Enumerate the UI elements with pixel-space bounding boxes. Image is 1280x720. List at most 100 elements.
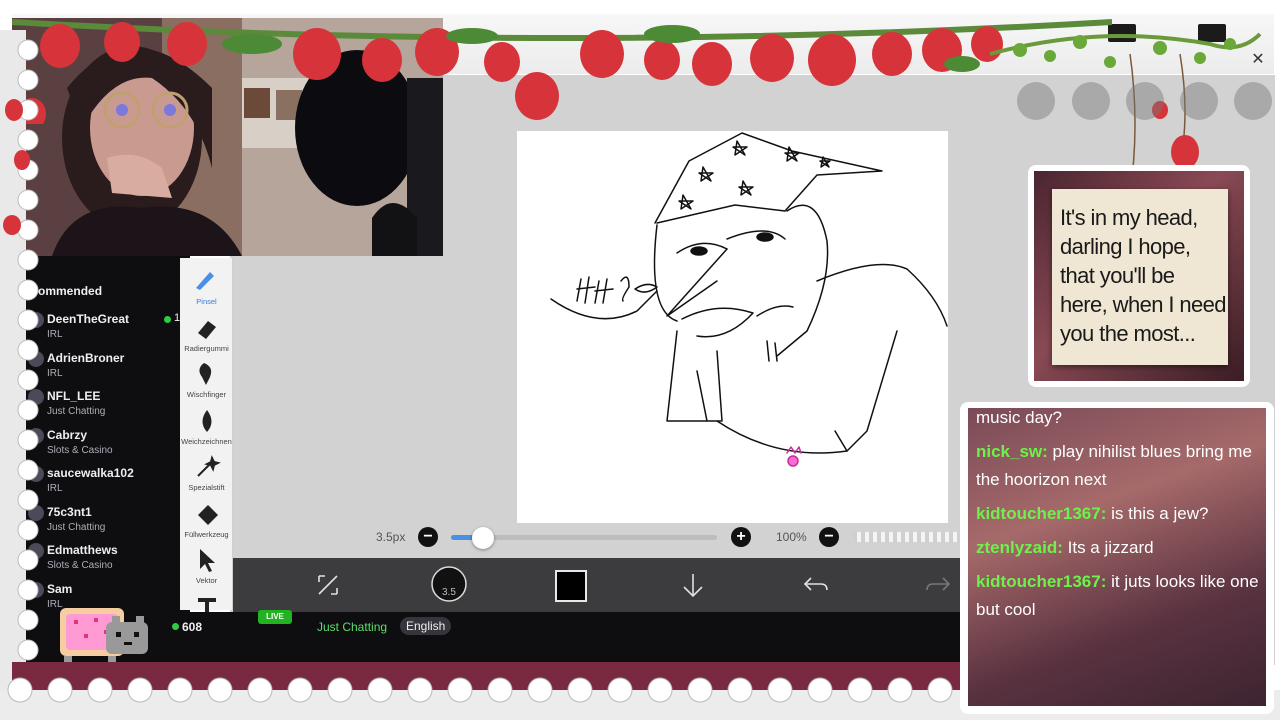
avatar: [28, 581, 44, 598]
viewer-dot: [172, 623, 179, 630]
chat-messages: music day? nick_sw: play nihilist blues b…: [976, 408, 1261, 630]
sidebar-channel[interactable]: Cabrzy Slots & Casino: [12, 427, 190, 466]
tool-label: Pinsel: [196, 297, 217, 306]
chat-username[interactable]: nick_sw:: [976, 442, 1048, 461]
channel-name: AdrienBroner: [47, 350, 125, 365]
channel-name: Edmatthews: [47, 543, 118, 557]
sidebar-channel[interactable]: Edmatthews Slots & Casino: [12, 543, 190, 581]
channel-category: Slots & Casino: [47, 560, 113, 571]
selection-icon[interactable]: [1072, 82, 1110, 120]
tool-brush[interactable]: Pinsel: [180, 262, 233, 308]
toggle-icon[interactable]: [1017, 82, 1055, 120]
quote-text: It's in my head, darling I hope, that yo…: [1060, 205, 1227, 346]
tool-palette: Pinsel Radiergummi Wischfinger Weichzeichne…: [180, 258, 233, 618]
tool-label: Füllwerkzeug: [184, 529, 229, 539]
quote-paper: It's in my head, darling I hope, that yo…: [1052, 189, 1228, 365]
channel-category: Just Chatting: [47, 521, 106, 533]
tool-vector-arrow[interactable]: Vektor: [180, 541, 233, 587]
avatar: [28, 504, 44, 521]
chat-text: music day?: [976, 408, 1062, 427]
undo-icon[interactable]: [799, 568, 833, 602]
brush-size-row: 3.5px − + 100% −: [233, 522, 960, 552]
channel-name: DeenTheGreat: [47, 312, 130, 326]
tool-magic-pen[interactable]: Spezialstift: [180, 448, 233, 494]
layers-download-icon[interactable]: [676, 568, 710, 602]
channel-category: IRL: [47, 329, 63, 340]
avatar: [28, 427, 44, 444]
brush-size-bubble-label: 3.5: [442, 587, 456, 598]
channel-name: saucewalka102: [47, 466, 134, 480]
sidebar-channel[interactable]: saucewalka102 IRL: [12, 466, 190, 504]
avatar: [28, 466, 44, 482]
chat-username[interactable]: ztenlyzaid:: [976, 538, 1063, 557]
webcam-feed: [12, 18, 443, 256]
chat-message: kidtoucher1367: it juts looks like one b…: [976, 568, 1261, 624]
brush-size-increase-button[interactable]: +: [731, 527, 751, 547]
fill-icon: [197, 504, 218, 525]
tool-smudge[interactable]: Wischfinger: [180, 355, 233, 401]
channel-name: Sam: [47, 581, 73, 596]
language-tag[interactable]: English: [400, 617, 452, 635]
channel-name: Cabrzy: [47, 427, 88, 442]
sidebar-heading: Recommended: [16, 284, 103, 298]
tool-eraser[interactable]: Radiergummi: [180, 309, 233, 355]
screen: ✕ Recommended DeenTheGreat IRL 1 AdrienB…: [0, 0, 1280, 720]
opacity-slider[interactable]: [853, 532, 960, 542]
chat-text: is this a jew?: [1111, 504, 1209, 523]
tool-label: Wischfinger: [186, 390, 227, 399]
redo-icon[interactable]: [921, 568, 955, 602]
channel-category: Slots & Casino: [47, 444, 113, 456]
blur-drop-icon: [202, 409, 211, 432]
pen-icon[interactable]: [1180, 82, 1218, 120]
brush-size-label: 3.5px: [376, 530, 406, 544]
channel-category: Just Chatting: [47, 406, 106, 417]
chat-message: kidtoucher1367: is this a jew?: [976, 500, 1261, 528]
tool-fill[interactable]: Füllwerkzeug: [180, 495, 233, 541]
hand-icon[interactable]: [1126, 82, 1164, 120]
brush-icon: [195, 272, 214, 290]
live-badge: LIVE: [258, 610, 292, 624]
avatar: [28, 312, 44, 328]
magic-pen-icon: [196, 455, 221, 477]
category-link[interactable]: Just Chatting: [317, 620, 387, 634]
channel-name: NFL_LEE: [47, 389, 101, 403]
channel-category: IRL: [47, 367, 63, 379]
chat-text: Its a jizzard: [1067, 538, 1154, 557]
color-swatch[interactable]: [555, 570, 587, 602]
tool-blur-drop[interactable]: Weichzeichnen: [180, 402, 233, 448]
sidebar-channel[interactable]: DeenTheGreat IRL 1: [12, 312, 190, 350]
eraser-icon: [197, 320, 216, 339]
sidebar-channel[interactable]: AdrienBroner IRL: [12, 350, 190, 389]
tool-label: Vektor: [195, 576, 218, 585]
channel-category: IRL: [47, 483, 63, 494]
stream-info-bar: 608 LIVE Just Chatting English: [172, 610, 960, 662]
quote-card: It's in my head, darling I hope, that yo…: [1034, 171, 1244, 381]
smudge-icon: [198, 363, 211, 385]
drawing-canvas[interactable]: [517, 131, 948, 523]
tool-label: Spezialstift: [188, 483, 225, 492]
brush-size-bubble[interactable]: 3.5: [431, 566, 467, 602]
viewer-count: 608: [182, 620, 203, 634]
brush-size-decrease-button[interactable]: −: [418, 527, 438, 547]
chat-username[interactable]: kidtoucher1367:: [976, 572, 1106, 591]
brush-size-slider[interactable]: [451, 527, 717, 549]
avatar: [28, 543, 44, 559]
zoom-decrease-button[interactable]: −: [819, 527, 839, 547]
sidebar-channel[interactable]: NFL_LEE Just Chatting: [12, 389, 190, 427]
chat-username[interactable]: kidtoucher1367:: [976, 504, 1106, 523]
bottom-action-bar: 3.5: [233, 558, 960, 612]
channel-name: 75c3nt1: [47, 504, 92, 519]
chat-message: nick_sw: play nihilist blues bring me th…: [976, 438, 1261, 494]
nyan-cat-sticker: [60, 608, 148, 664]
taskbar: [12, 662, 962, 702]
sidebar-channel[interactable]: 75c3nt1 Just Chatting: [12, 504, 190, 543]
chat-message: music day?: [976, 408, 1261, 432]
avatar: [28, 389, 44, 405]
avatar: [28, 350, 44, 367]
image-icon[interactable]: [1234, 82, 1272, 120]
transform-icon[interactable]: [311, 568, 345, 602]
brush-size-thumb[interactable]: [471, 527, 494, 549]
live-dot: [164, 316, 171, 323]
chat-message: ztenlyzaid: Its a jizzard: [976, 534, 1261, 562]
chat-overlay: music day? nick_sw: play nihilist blues b…: [968, 408, 1266, 706]
